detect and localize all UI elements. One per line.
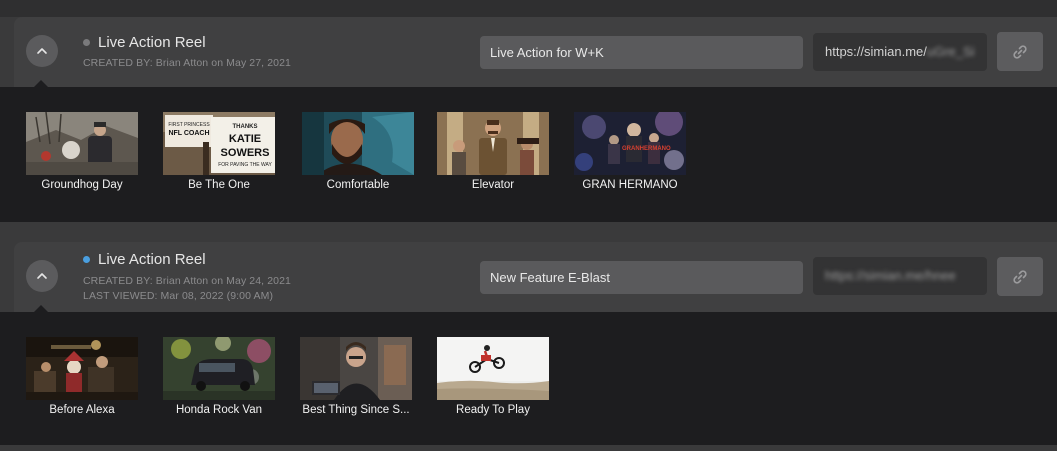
reel-separator <box>0 222 1057 242</box>
be-the-one-thumbnail: FIRST PRINCESS NFL COACH THANKS KATIE SO… <box>163 112 275 175</box>
reel-name-input[interactable]: New Feature E-Blast <box>480 261 803 294</box>
video-thumbnail[interactable]: FIRST PRINCESS NFL COACH THANKS KATIE SO… <box>163 112 275 175</box>
video-thumbnail[interactable] <box>26 337 138 400</box>
reel-title-row: Live Action Reel <box>83 34 206 51</box>
video-title: Before Alexa <box>49 404 115 416</box>
svg-text:THANKS: THANKS <box>233 124 258 130</box>
video-title: Honda Rock Van <box>175 404 263 416</box>
thumb-logo: GRANHERMANO <box>622 146 671 152</box>
elevator-thumbnail <box>437 112 549 175</box>
reel-title-row: Live Action Reel <box>83 251 206 268</box>
before-alexa-thumbnail <box>26 337 138 400</box>
video-thumbnail[interactable] <box>437 112 549 175</box>
gran-hermano-thumbnail: GRANHERMANO <box>574 112 686 175</box>
svg-text:FOR PAVING THE WAY: FOR PAVING THE WAY <box>218 162 272 168</box>
video-thumbnail[interactable] <box>163 337 275 400</box>
honda-rock-van-thumbnail <box>163 337 275 400</box>
svg-text:SOWERS: SOWERS <box>221 147 270 159</box>
reel-title[interactable]: Live Action Reel <box>98 251 206 268</box>
created-by-text: CREATED BY: Brian Atton on May 24, 2021 <box>83 275 291 287</box>
collapse-reel-button[interactable] <box>26 260 58 292</box>
reel-share-url[interactable]: https://simian.me/uGre_Si <box>813 33 987 71</box>
copy-link-button[interactable] <box>997 257 1043 296</box>
video-title: GRAN HERMANO <box>582 179 678 191</box>
video-title: Comfortable <box>326 179 390 191</box>
ready-to-play-thumbnail <box>437 337 549 400</box>
video-thumbnail[interactable] <box>302 112 414 175</box>
svg-text:KATIE: KATIE <box>229 133 261 145</box>
reel-share-url[interactable]: https://simian.me/hnee <box>813 257 987 295</box>
video-title: Be The One <box>188 179 250 191</box>
groundhog-day-thumbnail <box>26 112 138 175</box>
status-dot-icon <box>83 39 90 46</box>
url-blurred-text: https://simian.me/hnee <box>825 268 956 283</box>
video-title: Elevator <box>471 179 515 191</box>
thumb-sign-top: NFL COACH <box>168 130 209 137</box>
comfortable-thumbnail <box>302 112 414 175</box>
chevron-up-icon <box>37 48 47 54</box>
url-blurred-text: uGre_Si <box>926 44 975 59</box>
link-icon <box>1013 44 1027 59</box>
video-thumbnail[interactable]: GRANHERMANO <box>574 112 686 175</box>
status-dot-icon <box>83 256 90 263</box>
video-thumbnail[interactable] <box>437 337 549 400</box>
best-thing-thumbnail <box>300 337 412 400</box>
video-thumbnail[interactable] <box>300 337 412 400</box>
chevron-up-icon <box>37 273 47 279</box>
expanded-pointer <box>34 305 48 312</box>
last-viewed-text: LAST VIEWED: Mar 08, 2022 (9:00 AM) <box>83 290 274 302</box>
reel-name-input[interactable]: Live Action for W+K <box>480 36 803 69</box>
reel-title[interactable]: Live Action Reel <box>98 34 206 51</box>
created-by-text: CREATED BY: Brian Atton on May 27, 2021 <box>83 57 291 69</box>
bottom-strip <box>0 445 1057 451</box>
link-icon <box>1013 269 1027 284</box>
reel-video-tray: Groundhog Day FIRST PRINCESS NFL COACH T… <box>0 87 1057 222</box>
copy-link-button[interactable] <box>997 32 1043 71</box>
video-title: Ready To Play <box>456 404 530 416</box>
expanded-pointer <box>34 80 48 87</box>
reel-video-tray: Before Alexa Honda Rock Van Best Thing S… <box>0 312 1057 445</box>
url-visible-text: https://simian.me/ <box>825 44 927 59</box>
top-strip <box>0 0 1057 17</box>
collapse-reel-button[interactable] <box>26 35 58 67</box>
video-thumbnail[interactable] <box>26 112 138 175</box>
svg-text:FIRST PRINCESS: FIRST PRINCESS <box>168 122 210 128</box>
video-title: Best Thing Since S... <box>302 404 410 416</box>
video-title: Groundhog Day <box>41 179 123 191</box>
